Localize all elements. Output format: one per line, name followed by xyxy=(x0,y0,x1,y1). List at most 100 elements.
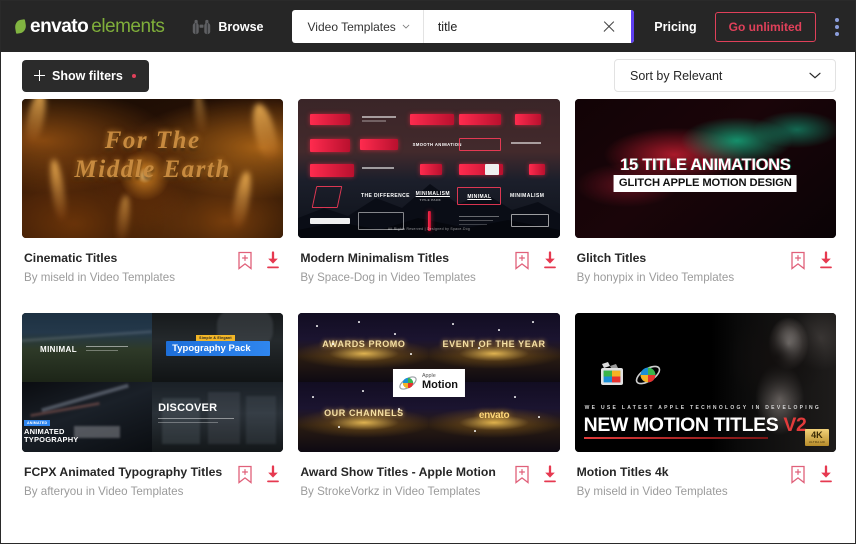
card-thumbnail[interactable]: WE USE LATEST APPLE TECHNOLOGY IN DEVELO… xyxy=(574,313,836,452)
thumb-art-kicker: WE USE LATEST APPLE TECHNOLOGY IN DEVELO… xyxy=(584,405,822,411)
card-title[interactable]: Award Show Titles - Apple Motion xyxy=(300,464,495,480)
leaf-icon xyxy=(13,19,28,34)
download-icon[interactable] xyxy=(818,465,834,484)
envato-elements-logo[interactable]: envato elements xyxy=(13,15,165,38)
browse-button[interactable]: Browse xyxy=(186,13,269,41)
thumb-art-q1: MINIMAL xyxy=(40,345,78,354)
title-cards-grid: SMOOTH ANIMATION THE DIFFERENCE MINIMALI… xyxy=(298,99,559,238)
thumb-art-q3b: TYPOGRAPHY xyxy=(24,435,79,445)
thumb-art-line2: Middle Earth xyxy=(74,156,231,183)
thumb-art-q3: OUR CHANNELS xyxy=(324,408,404,419)
pricing-link[interactable]: Pricing xyxy=(654,20,696,34)
card-meta: FCPX Animated Typography Titles By after… xyxy=(22,452,283,524)
bookmark-plus-icon[interactable] xyxy=(790,465,806,484)
result-card[interactable]: WE USE LATEST APPLE TECHNOLOGY IN DEVELO… xyxy=(574,313,836,527)
badge-big-text: Motion xyxy=(421,379,459,392)
logo-suffix-text: elements xyxy=(91,15,165,37)
go-unlimited-button[interactable]: Go unlimited xyxy=(714,11,816,42)
result-card[interactable]: AWARDS PROMO EVENT OF THE YEAR OUR CHANN… xyxy=(298,313,560,527)
bookmark-plus-icon[interactable] xyxy=(790,251,806,270)
card-title[interactable]: Motion Titles 4k xyxy=(577,464,728,480)
thumb-art-line2: GLITCH APPLE MOTION DESIGN xyxy=(613,175,797,192)
search-input[interactable] xyxy=(437,19,599,34)
thumb-art-line1: For The xyxy=(104,127,201,154)
result-card[interactable]: For The Middle Earth Cinematic Titles By… xyxy=(22,99,284,313)
apple-motion-badge: Apple Motion xyxy=(392,368,466,397)
search-category-select[interactable]: Video Templates xyxy=(292,10,424,43)
final-cut-pro-icon xyxy=(600,362,623,385)
thumbnail-art-minimalism-grid: SMOOTH ANIMATION THE DIFFERENCE MINIMALI… xyxy=(298,99,560,238)
bookmark-plus-icon[interactable] xyxy=(237,251,253,270)
logo-brand-text: envato xyxy=(30,15,89,37)
thumb-art-q2: EVENT OF THE YEAR xyxy=(442,338,546,349)
search-category-label: Video Templates xyxy=(307,19,396,34)
download-icon[interactable] xyxy=(265,465,281,484)
thumb-art-q1: AWARDS PROMO xyxy=(322,338,406,349)
portrait-hair xyxy=(721,313,831,414)
card-meta-text: Cinematic Titles By miseld in Video Temp… xyxy=(24,250,175,285)
thumb-art-title-main: NEW MOTION TITLES xyxy=(583,414,779,436)
thumb-art-q3-tag: ANIMATED xyxy=(24,420,51,427)
card-thumbnail[interactable]: AWARDS PROMO EVENT OF THE YEAR OUR CHANN… xyxy=(298,313,560,452)
quadrant-top-left: MINIMAL xyxy=(22,313,154,383)
thumb-art-title-accent: V2 xyxy=(783,414,807,436)
show-filters-label: Show filters xyxy=(52,68,123,83)
chevron-down-icon xyxy=(402,24,410,29)
apple-motion-icon xyxy=(399,375,417,390)
search-results-grid: For The Middle Earth Cinematic Titles By… xyxy=(1,99,855,527)
download-icon[interactable] xyxy=(542,465,558,484)
card-meta-text: FCPX Animated Typography Titles By after… xyxy=(24,464,222,499)
show-filters-button[interactable]: Show filters xyxy=(22,59,149,92)
bookmark-plus-icon[interactable] xyxy=(514,465,530,484)
kebab-dot-3 xyxy=(835,31,839,36)
card-title[interactable]: Glitch Titles xyxy=(577,250,734,266)
badge-small-text: Apple xyxy=(421,372,436,379)
card-meta: Modern Minimalism Titles By Space-Dog in… xyxy=(298,238,559,310)
thumb-art-footer: All Rights Reserved | Designed by Space-… xyxy=(387,227,471,231)
card-thumbnail[interactable]: MINIMAL Simple & Elegant Typography Pack… xyxy=(22,313,284,452)
result-card[interactable]: MINIMAL Simple & Elegant Typography Pack… xyxy=(22,313,284,527)
kebab-dot-2 xyxy=(835,24,839,29)
card-meta-text: Motion Titles 4k By miseld in Video Temp… xyxy=(577,464,728,499)
download-icon[interactable] xyxy=(818,251,834,270)
4k-badge-value: 4K xyxy=(811,430,823,440)
download-icon[interactable] xyxy=(265,251,281,270)
download-icon[interactable] xyxy=(542,251,558,270)
filter-toolbar: Show filters Sort by Relevant xyxy=(1,52,855,99)
sort-by-select[interactable]: Sort by Relevant xyxy=(614,59,836,92)
card-meta: Award Show Titles - Apple Motion By Stro… xyxy=(298,452,559,524)
card-thumbnail[interactable]: For The Middle Earth xyxy=(22,99,284,238)
card-title[interactable]: Cinematic Titles xyxy=(24,250,175,266)
bookmark-plus-icon[interactable] xyxy=(237,465,253,484)
thumbnail-art-quad-typography: MINIMAL Simple & Elegant Typography Pack… xyxy=(22,313,284,452)
result-card[interactable]: SMOOTH ANIMATION THE DIFFERENCE MINIMALI… xyxy=(298,99,560,313)
close-icon[interactable] xyxy=(599,17,619,37)
card-actions xyxy=(514,464,558,484)
sort-by-label: Sort by Relevant xyxy=(630,68,723,83)
card-author[interactable]: By miseld in Video Templates xyxy=(24,270,175,285)
binoculars-icon xyxy=(193,19,211,34)
card-author[interactable]: By honypix in Video Templates xyxy=(577,270,734,285)
card-title[interactable]: Modern Minimalism Titles xyxy=(300,250,476,266)
card-author[interactable]: By miseld in Video Templates xyxy=(577,484,728,499)
card-thumbnail[interactable]: 15 TITLE ANIMATIONS GLITCH APPLE MOTION … xyxy=(574,99,836,238)
card-title[interactable]: FCPX Animated Typography Titles xyxy=(24,464,222,480)
result-card[interactable]: 15 TITLE ANIMATIONS GLITCH APPLE MOTION … xyxy=(574,99,836,313)
quadrant-bottom-right: DISCOVER xyxy=(152,382,284,452)
card-author[interactable]: By Space-Dog in Video Templates xyxy=(300,270,476,285)
kebab-dot-1 xyxy=(835,17,839,22)
card-author[interactable]: By afteryou in Video Templates xyxy=(24,484,222,499)
thumb-art-q2: Typography Pack xyxy=(172,343,251,354)
search-bar: Video Templates xyxy=(291,10,635,43)
4k-badge: 4K ULTRA HD xyxy=(804,429,829,446)
apple-motion-icon xyxy=(635,365,660,385)
card-actions xyxy=(790,250,834,270)
search-submit-button[interactable] xyxy=(630,10,635,43)
card-thumbnail[interactable]: SMOOTH ANIMATION THE DIFFERENCE MINIMALI… xyxy=(298,99,560,238)
thumb-art-text: For The Middle Earth xyxy=(22,126,283,184)
4k-badge-sub: ULTRA HD xyxy=(808,440,825,444)
browse-label: Browse xyxy=(218,19,264,34)
card-author[interactable]: By StrokeVorkz in Video Templates xyxy=(300,484,495,499)
bookmark-plus-icon[interactable] xyxy=(514,251,530,270)
more-vertical-icon[interactable] xyxy=(830,14,844,40)
